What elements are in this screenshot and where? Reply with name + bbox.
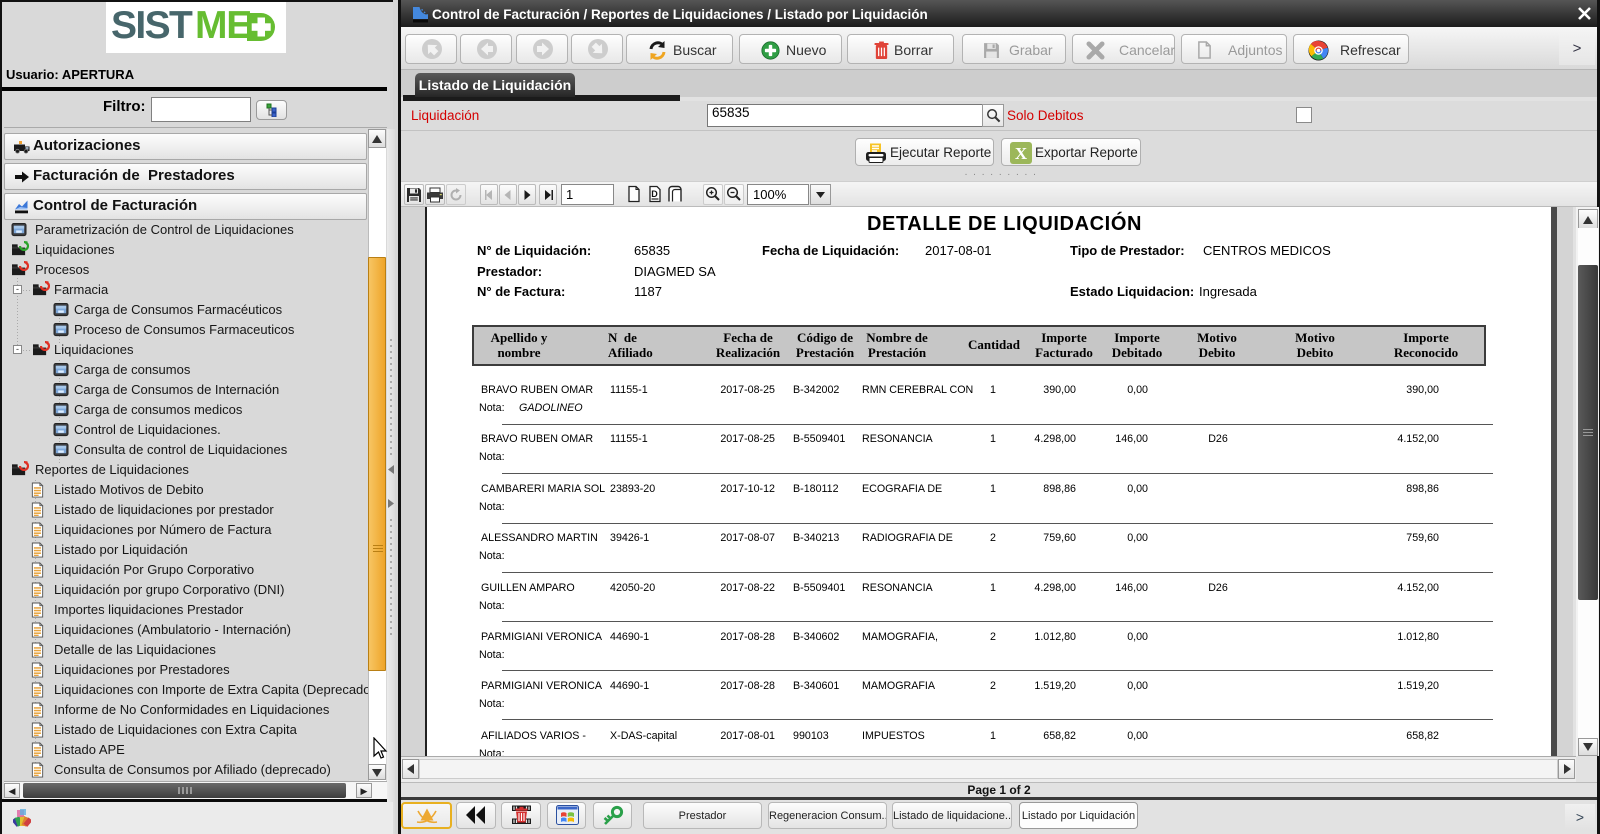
svg-text:X: X (1015, 144, 1028, 163)
svg-text:D: D (651, 189, 658, 199)
